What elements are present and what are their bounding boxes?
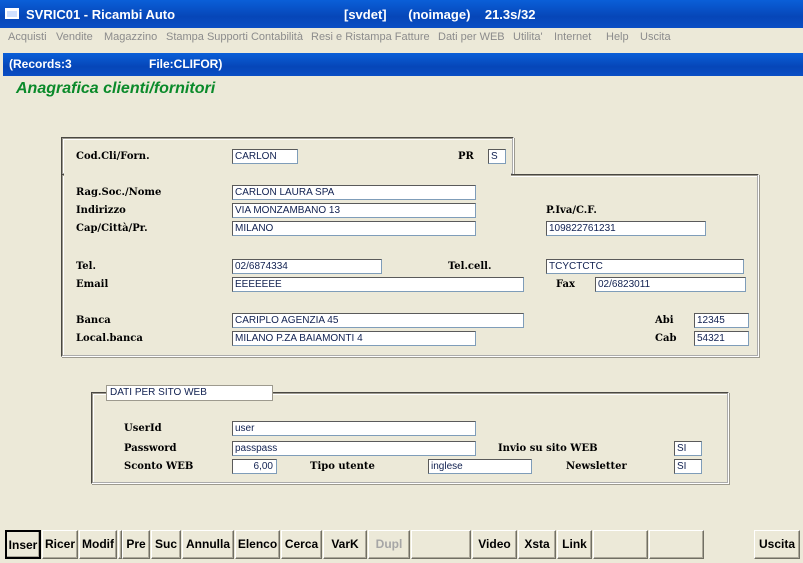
window-subtitle: [svdet] (noimage) 21.3s/32 bbox=[344, 7, 536, 22]
ricer-button[interactable]: Ricer bbox=[42, 530, 78, 559]
sconto-field[interactable]: 6,00 bbox=[232, 459, 277, 474]
menu-help[interactable]: Help bbox=[606, 31, 629, 43]
window-title: SVRIC01 - Ricambi Auto bbox=[26, 7, 176, 22]
menu-utilita[interactable]: Utilita' bbox=[513, 31, 543, 43]
fax-label: Fax bbox=[556, 279, 575, 290]
menu-magazzino[interactable]: Magazzino bbox=[104, 31, 157, 43]
panel-join bbox=[64, 173, 511, 177]
video-button[interactable]: Video bbox=[472, 530, 517, 559]
menu-dati-web[interactable]: Dati per WEB bbox=[438, 31, 505, 43]
localbanca-field[interactable]: MILANO P.ZA BAIAMONTI 4 bbox=[232, 331, 476, 346]
banca-label: Banca bbox=[76, 315, 111, 326]
menu-bar: Acquisti Vendite Magazzino Stampa Suppor… bbox=[0, 28, 803, 47]
indirizzo-label: Indirizzo bbox=[76, 205, 126, 216]
fax-field[interactable]: 02/6823011 bbox=[595, 277, 746, 292]
newsletter-field[interactable]: SI bbox=[674, 459, 702, 474]
telcell-field[interactable]: TCYCTCTC bbox=[546, 259, 744, 274]
localbanca-label: Local.banca bbox=[76, 333, 143, 344]
banca-field[interactable]: CARIPLO AGENZIA 45 bbox=[232, 313, 524, 328]
web-panel-legend: DATI PER SITO WEB bbox=[106, 385, 273, 401]
menu-stampa-supporti[interactable]: Stampa Supporti Contabilità bbox=[166, 31, 303, 43]
userid-field[interactable]: user bbox=[232, 421, 476, 436]
cerca-button[interactable]: Cerca bbox=[281, 530, 322, 559]
email-label: Email bbox=[76, 279, 109, 290]
menu-vendite[interactable]: Vendite bbox=[56, 31, 93, 43]
records-bar: (Records:3 File:CLIFOR) bbox=[3, 53, 803, 76]
invio-label: Invio su sito WEB bbox=[498, 443, 598, 454]
title-bar: SVRIC01 - Ricambi Auto [svdet] (noimage)… bbox=[0, 0, 803, 28]
form-area: Anagrafica clienti/fornitori Cod.Cli/For… bbox=[3, 76, 803, 528]
pre-button[interactable]: Pre bbox=[122, 530, 150, 559]
blank-button-1[interactable] bbox=[411, 530, 471, 559]
abi-label: Abi bbox=[655, 315, 674, 326]
menu-uscita[interactable]: Uscita bbox=[640, 31, 671, 43]
piva-label: P.Iva/C.F. bbox=[546, 205, 597, 216]
blank-button-2[interactable] bbox=[593, 530, 648, 559]
ragsoc-label: Rag.Soc./Nome bbox=[76, 187, 162, 198]
elenco-button[interactable]: Elenco bbox=[235, 530, 280, 559]
form-title: Anagrafica clienti/fornitori bbox=[16, 80, 216, 97]
link-button[interactable]: Link bbox=[557, 530, 592, 559]
cap-field[interactable]: MILANO bbox=[232, 221, 476, 236]
cod-label: Cod.Cli/Forn. bbox=[76, 151, 150, 162]
userid-label: UserId bbox=[124, 423, 162, 434]
records-count: (Records:3 bbox=[9, 57, 72, 71]
cab-field[interactable]: 54321 bbox=[694, 331, 749, 346]
piva-field[interactable]: 109822761231 bbox=[546, 221, 706, 236]
blank-button-3[interactable] bbox=[649, 530, 704, 559]
bottom-toolbar: Inser Ricer Modif Pre Suc Annulla Elenco… bbox=[3, 528, 803, 563]
indirizzo-field[interactable]: VIA MONZAMBANO 13 bbox=[232, 203, 476, 218]
dupl-button[interactable]: Dupl bbox=[368, 530, 410, 559]
password-label: Password bbox=[124, 443, 177, 454]
tipo-utente-label: Tipo utente bbox=[310, 461, 375, 472]
telcell-label: Tel.cell. bbox=[448, 261, 492, 272]
invio-field[interactable]: SI bbox=[674, 441, 702, 456]
tel-field[interactable]: 02/6874334 bbox=[232, 259, 382, 274]
email-field[interactable]: EEEEEEE bbox=[232, 277, 524, 292]
vark-button[interactable]: VarK bbox=[323, 530, 367, 559]
cab-label: Cab bbox=[655, 333, 677, 344]
pr-label: PR bbox=[458, 151, 474, 162]
newsletter-label: Newsletter bbox=[566, 461, 627, 472]
modif-button[interactable]: Modif bbox=[79, 530, 117, 559]
inser-button[interactable]: Inser bbox=[5, 530, 41, 559]
sconto-label: Sconto WEB bbox=[124, 461, 194, 472]
menu-internet[interactable]: Internet bbox=[554, 31, 591, 43]
pr-field[interactable]: S bbox=[488, 149, 506, 164]
menu-acquisti[interactable]: Acquisti bbox=[8, 31, 47, 43]
uscita-button[interactable]: Uscita bbox=[754, 530, 800, 559]
menu-resi-ristampa[interactable]: Resi e Ristampa Fatture bbox=[311, 31, 430, 43]
abi-field[interactable]: 12345 bbox=[694, 313, 749, 328]
cod-field[interactable]: CARLON bbox=[232, 149, 298, 164]
suc-button[interactable]: Suc bbox=[151, 530, 181, 559]
tel-label: Tel. bbox=[76, 261, 96, 272]
tipo-utente-field[interactable]: inglese bbox=[428, 459, 532, 474]
password-field[interactable]: passpass bbox=[232, 441, 476, 456]
annulla-button[interactable]: Annulla bbox=[182, 530, 234, 559]
xsta-button[interactable]: Xsta bbox=[518, 530, 556, 559]
cap-label: Cap/Città/Pr. bbox=[76, 223, 148, 234]
ragsoc-field[interactable]: CARLON LAURA SPA bbox=[232, 185, 476, 200]
window-icon bbox=[5, 8, 19, 19]
file-name: File:CLIFOR) bbox=[149, 57, 223, 71]
